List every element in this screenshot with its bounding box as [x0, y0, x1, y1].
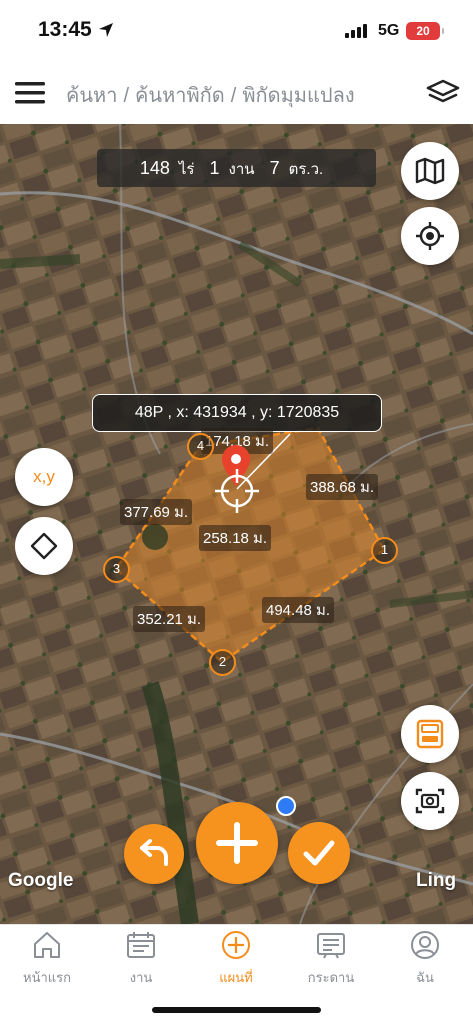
measure-tool-button[interactable]: [401, 705, 459, 763]
navigate-button[interactable]: [15, 517, 73, 575]
hamburger-menu-icon[interactable]: [14, 80, 46, 106]
area-wa-unit: ตร.ว.: [288, 161, 324, 178]
vertex-marker[interactable]: 2: [209, 649, 236, 676]
checkmark-icon: [303, 840, 335, 866]
status-bar: 13:45 5G 20: [0, 0, 473, 62]
satellite-map[interactable]: 148 ไร่ 1 งาน 7 ตร.ว. 48P , x: 431934 , …: [0, 124, 473, 924]
app-header: ค้นหา / ค้นหาพิกัด / พิกัดมุมแปลง: [0, 62, 473, 124]
breadcrumb-search[interactable]: ค้นหา: [66, 85, 117, 107]
area-rai-value: 148: [139, 158, 170, 178]
calculator-icon: [416, 719, 444, 749]
user-icon: [411, 931, 439, 959]
board-icon: [317, 933, 345, 959]
camera-capture-icon: [415, 788, 445, 814]
my-location-button[interactable]: [401, 207, 459, 265]
map-type-button[interactable]: [401, 142, 459, 200]
vertex-marker[interactable]: 1: [371, 537, 398, 564]
breadcrumb: ค้นหา / ค้นหาพิกัด / พิกัดมุมแปลง: [66, 79, 355, 111]
xy-input-button[interactable]: x,y: [15, 448, 73, 506]
distance-label: 377.69 ม.: [120, 499, 193, 525]
tab-map[interactable]: แผนที่: [189, 929, 283, 988]
crosshair-target-icon: [215, 469, 259, 513]
confirm-button[interactable]: [288, 822, 350, 884]
add-point-button[interactable]: [196, 802, 278, 884]
location-arrow-icon: [99, 23, 113, 37]
tab-map-label: แผนที่: [219, 970, 253, 985]
tab-home-label: หน้าแรก: [23, 970, 71, 985]
home-icon: [34, 932, 60, 958]
capture-button[interactable]: [401, 772, 459, 830]
current-location-dot: [276, 796, 296, 816]
vertex-marker[interactable]: 3: [103, 556, 130, 583]
tab-board-label: กระดาน: [307, 970, 355, 985]
distance-label: 494.48 ม.: [262, 597, 335, 623]
signal-icon: [345, 24, 367, 38]
distance-label: 258.18 ม.: [199, 525, 272, 551]
vertex-marker[interactable]: 4: [187, 433, 214, 460]
plus-circle-icon: [222, 931, 250, 959]
distance-label: 388.68 ม.: [306, 474, 379, 500]
status-time: 13:45: [38, 18, 92, 41]
coordinate-readout: 48P , x: 431934 , y: 1720835: [92, 394, 382, 432]
tab-jobs-label: งาน: [129, 970, 153, 985]
tab-board[interactable]: กระดาน: [284, 929, 378, 988]
tab-me[interactable]: ฉัน: [378, 929, 472, 988]
map-icon: [415, 157, 445, 185]
crosshair-location-icon: [416, 222, 444, 250]
undo-button[interactable]: [124, 824, 184, 884]
calendar-icon: [127, 932, 155, 958]
breadcrumb-plot-corner: พิกัดมุมแปลง: [242, 85, 355, 107]
layers-icon[interactable]: [426, 78, 460, 108]
area-wa-value: 7: [269, 158, 280, 178]
network-type: 5G: [378, 22, 400, 39]
ling-logo: Ling: [416, 870, 457, 891]
battery-icon: 20: [406, 22, 444, 40]
distance-label: 352.21 ม.: [133, 606, 206, 632]
area-ngan-unit: งาน: [228, 161, 255, 178]
diamond-direction-icon: [30, 532, 58, 560]
tab-home[interactable]: หน้าแรก: [0, 929, 94, 988]
tab-me-label: ฉัน: [416, 970, 434, 985]
tab-jobs[interactable]: งาน: [94, 929, 188, 988]
breadcrumb-search-coordinate[interactable]: ค้นหาพิกัด: [135, 85, 225, 107]
xy-button-label: x,y: [33, 467, 55, 486]
area-rai-unit: ไร่: [178, 161, 195, 178]
home-indicator: [152, 1007, 321, 1013]
area-ngan-value: 1: [209, 158, 220, 178]
google-attribution: Google: [8, 870, 74, 891]
breadcrumb-separator: /: [230, 85, 237, 107]
plus-icon: [216, 822, 258, 864]
breadcrumb-separator: /: [123, 85, 130, 107]
area-summary: 148 ไร่ 1 งาน 7 ตร.ว.: [97, 149, 376, 187]
undo-icon: [140, 839, 168, 866]
